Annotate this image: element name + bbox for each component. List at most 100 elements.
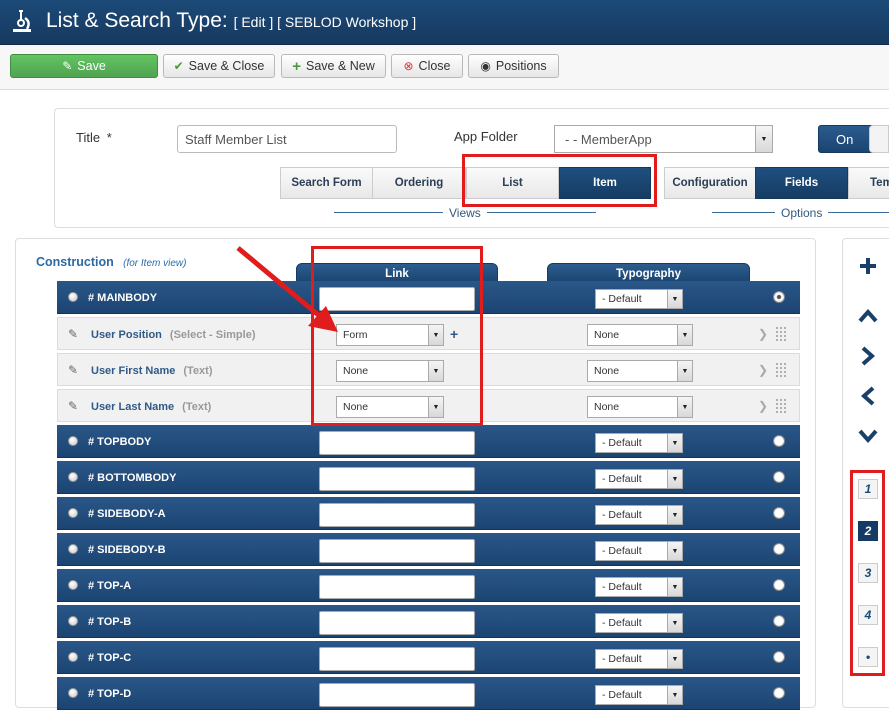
typography-select[interactable]: - Default ▼: [595, 289, 683, 309]
close-button[interactable]: ⊗ Close: [391, 54, 463, 78]
chevron-down-icon: ▼: [755, 126, 772, 152]
position-row[interactable]: # TOPBODY - Default ▼: [57, 425, 800, 458]
tab-template[interactable]: Tem: [848, 167, 889, 199]
save-button[interactable]: ✎ Save: [10, 54, 158, 78]
chevron-right-icon[interactable]: ❯: [758, 363, 768, 377]
plus-icon[interactable]: +: [450, 326, 458, 342]
tab-list[interactable]: List: [466, 167, 559, 199]
link-field[interactable]: [319, 431, 475, 455]
chevron-right-icon[interactable]: ❯: [758, 327, 768, 341]
default-radio[interactable]: [773, 507, 785, 519]
position-row[interactable]: # TOP-A - Default ▼: [57, 569, 800, 602]
chevron-down-icon: ▼: [667, 542, 682, 560]
link-field[interactable]: [319, 503, 475, 527]
default-radio[interactable]: [773, 471, 785, 483]
positions-button[interactable]: ◉ Positions: [468, 54, 559, 78]
typography-value: - Default: [602, 689, 642, 701]
typography-value: None: [594, 329, 620, 341]
grip-icon[interactable]: [775, 398, 787, 414]
position-row[interactable]: # SIDEBODY-A - Default ▼: [57, 497, 800, 530]
link-field[interactable]: [319, 467, 475, 491]
typography-select[interactable]: - Default ▼: [595, 685, 683, 705]
move-up-button[interactable]: [852, 300, 884, 332]
field-type: (Text): [183, 364, 213, 377]
grip-icon[interactable]: [775, 326, 787, 342]
typography-select[interactable]: - Default ▼: [595, 433, 683, 453]
pencil-icon[interactable]: ✎: [68, 327, 78, 341]
check-icon: ✔: [173, 59, 184, 73]
save-new-button[interactable]: + Save & New: [281, 54, 386, 78]
close-circle-icon: ⊗: [403, 59, 414, 73]
link-field[interactable]: [319, 647, 475, 671]
move-down-button[interactable]: [852, 420, 884, 452]
move-right-button[interactable]: [852, 340, 884, 372]
field-row[interactable]: ✎ User Position (Select - Simple) Form ▼ + Non…: [57, 317, 800, 350]
page-title: List & Search Type: [ Edit ] [ SEBLOD Wo…: [46, 9, 416, 33]
client-4-button[interactable]: 4: [858, 605, 878, 625]
title-input[interactable]: Staff Member List: [177, 125, 397, 153]
app-folder-select[interactable]: - - MemberApp ▼: [554, 125, 773, 153]
typography-select[interactable]: None ▼: [587, 324, 693, 346]
client-1-button[interactable]: 1: [858, 479, 878, 499]
tab-item[interactable]: Item: [559, 167, 651, 199]
add-position-button[interactable]: [852, 250, 884, 282]
eye-icon: ◉: [480, 59, 491, 73]
typography-select[interactable]: - Default ▼: [595, 577, 683, 597]
position-row[interactable]: # TOP-D - Default ▼: [57, 677, 800, 710]
tab-configuration[interactable]: Configuration: [664, 167, 756, 199]
default-radio[interactable]: [773, 579, 785, 591]
construction-heading: Construction (for Item view): [36, 255, 186, 269]
default-radio[interactable]: [773, 615, 785, 627]
client-more-button[interactable]: •: [858, 647, 878, 667]
position-row[interactable]: # MAINBODY - Default ▼: [57, 281, 800, 314]
link-select[interactable]: None ▼: [336, 360, 444, 382]
plus-icon: [860, 258, 876, 274]
pencil-icon[interactable]: ✎: [68, 399, 78, 413]
chevron-right-icon[interactable]: ❯: [758, 399, 768, 413]
link-field[interactable]: [319, 575, 475, 599]
position-bullet-icon: [68, 616, 78, 626]
typography-select[interactable]: None ▼: [587, 396, 693, 418]
position-name: # TOP-A: [88, 579, 132, 592]
default-radio[interactable]: [773, 435, 785, 447]
default-radio[interactable]: [773, 651, 785, 663]
link-select[interactable]: Form ▼: [336, 324, 444, 346]
client-2-button[interactable]: 2: [858, 521, 878, 541]
chevron-down-icon: ▼: [428, 397, 443, 417]
client-3-button[interactable]: 3: [858, 563, 878, 583]
default-radio[interactable]: [773, 543, 785, 555]
typography-select[interactable]: - Default ▼: [595, 613, 683, 633]
field-name: User First Name (Text): [91, 354, 213, 387]
move-left-button[interactable]: [852, 380, 884, 412]
position-row[interactable]: # SIDEBODY-B - Default ▼: [57, 533, 800, 566]
field-row[interactable]: ✎ User First Name (Text) None ▼ None ▼ ❯: [57, 353, 800, 386]
typography-value: None: [594, 365, 620, 377]
link-value: None: [343, 365, 369, 377]
chevron-up-icon: [858, 309, 878, 323]
link-field[interactable]: [319, 611, 475, 635]
typography-select[interactable]: - Default ▼: [595, 469, 683, 489]
typography-value: - Default: [602, 617, 642, 629]
default-radio[interactable]: [773, 291, 785, 303]
position-row[interactable]: # BOTTOMBODY - Default ▼: [57, 461, 800, 494]
typography-select[interactable]: - Default ▼: [595, 541, 683, 561]
default-radio[interactable]: [773, 687, 785, 699]
tab-fields[interactable]: Fields: [755, 167, 848, 199]
link-field[interactable]: [319, 683, 475, 707]
link-field[interactable]: [319, 539, 475, 563]
typography-select[interactable]: - Default ▼: [595, 505, 683, 525]
pencil-icon[interactable]: ✎: [68, 363, 78, 377]
tab-search-form[interactable]: Search Form: [280, 167, 373, 199]
toggle-off-button[interactable]: [869, 125, 889, 153]
link-select[interactable]: None ▼: [336, 396, 444, 418]
position-row[interactable]: # TOP-B - Default ▼: [57, 605, 800, 638]
chevron-down-icon: ▼: [667, 506, 682, 524]
typography-select[interactable]: None ▼: [587, 360, 693, 382]
grip-icon[interactable]: [775, 362, 787, 378]
title-label-text: Title: [76, 130, 101, 145]
save-close-button[interactable]: ✔ Save & Close: [163, 54, 275, 78]
field-row[interactable]: ✎ User Last Name (Text) None ▼ None ▼ ❯: [57, 389, 800, 422]
tab-ordering[interactable]: Ordering: [372, 167, 466, 199]
typography-select[interactable]: - Default ▼: [595, 649, 683, 669]
position-row[interactable]: # TOP-C - Default ▼: [57, 641, 800, 674]
